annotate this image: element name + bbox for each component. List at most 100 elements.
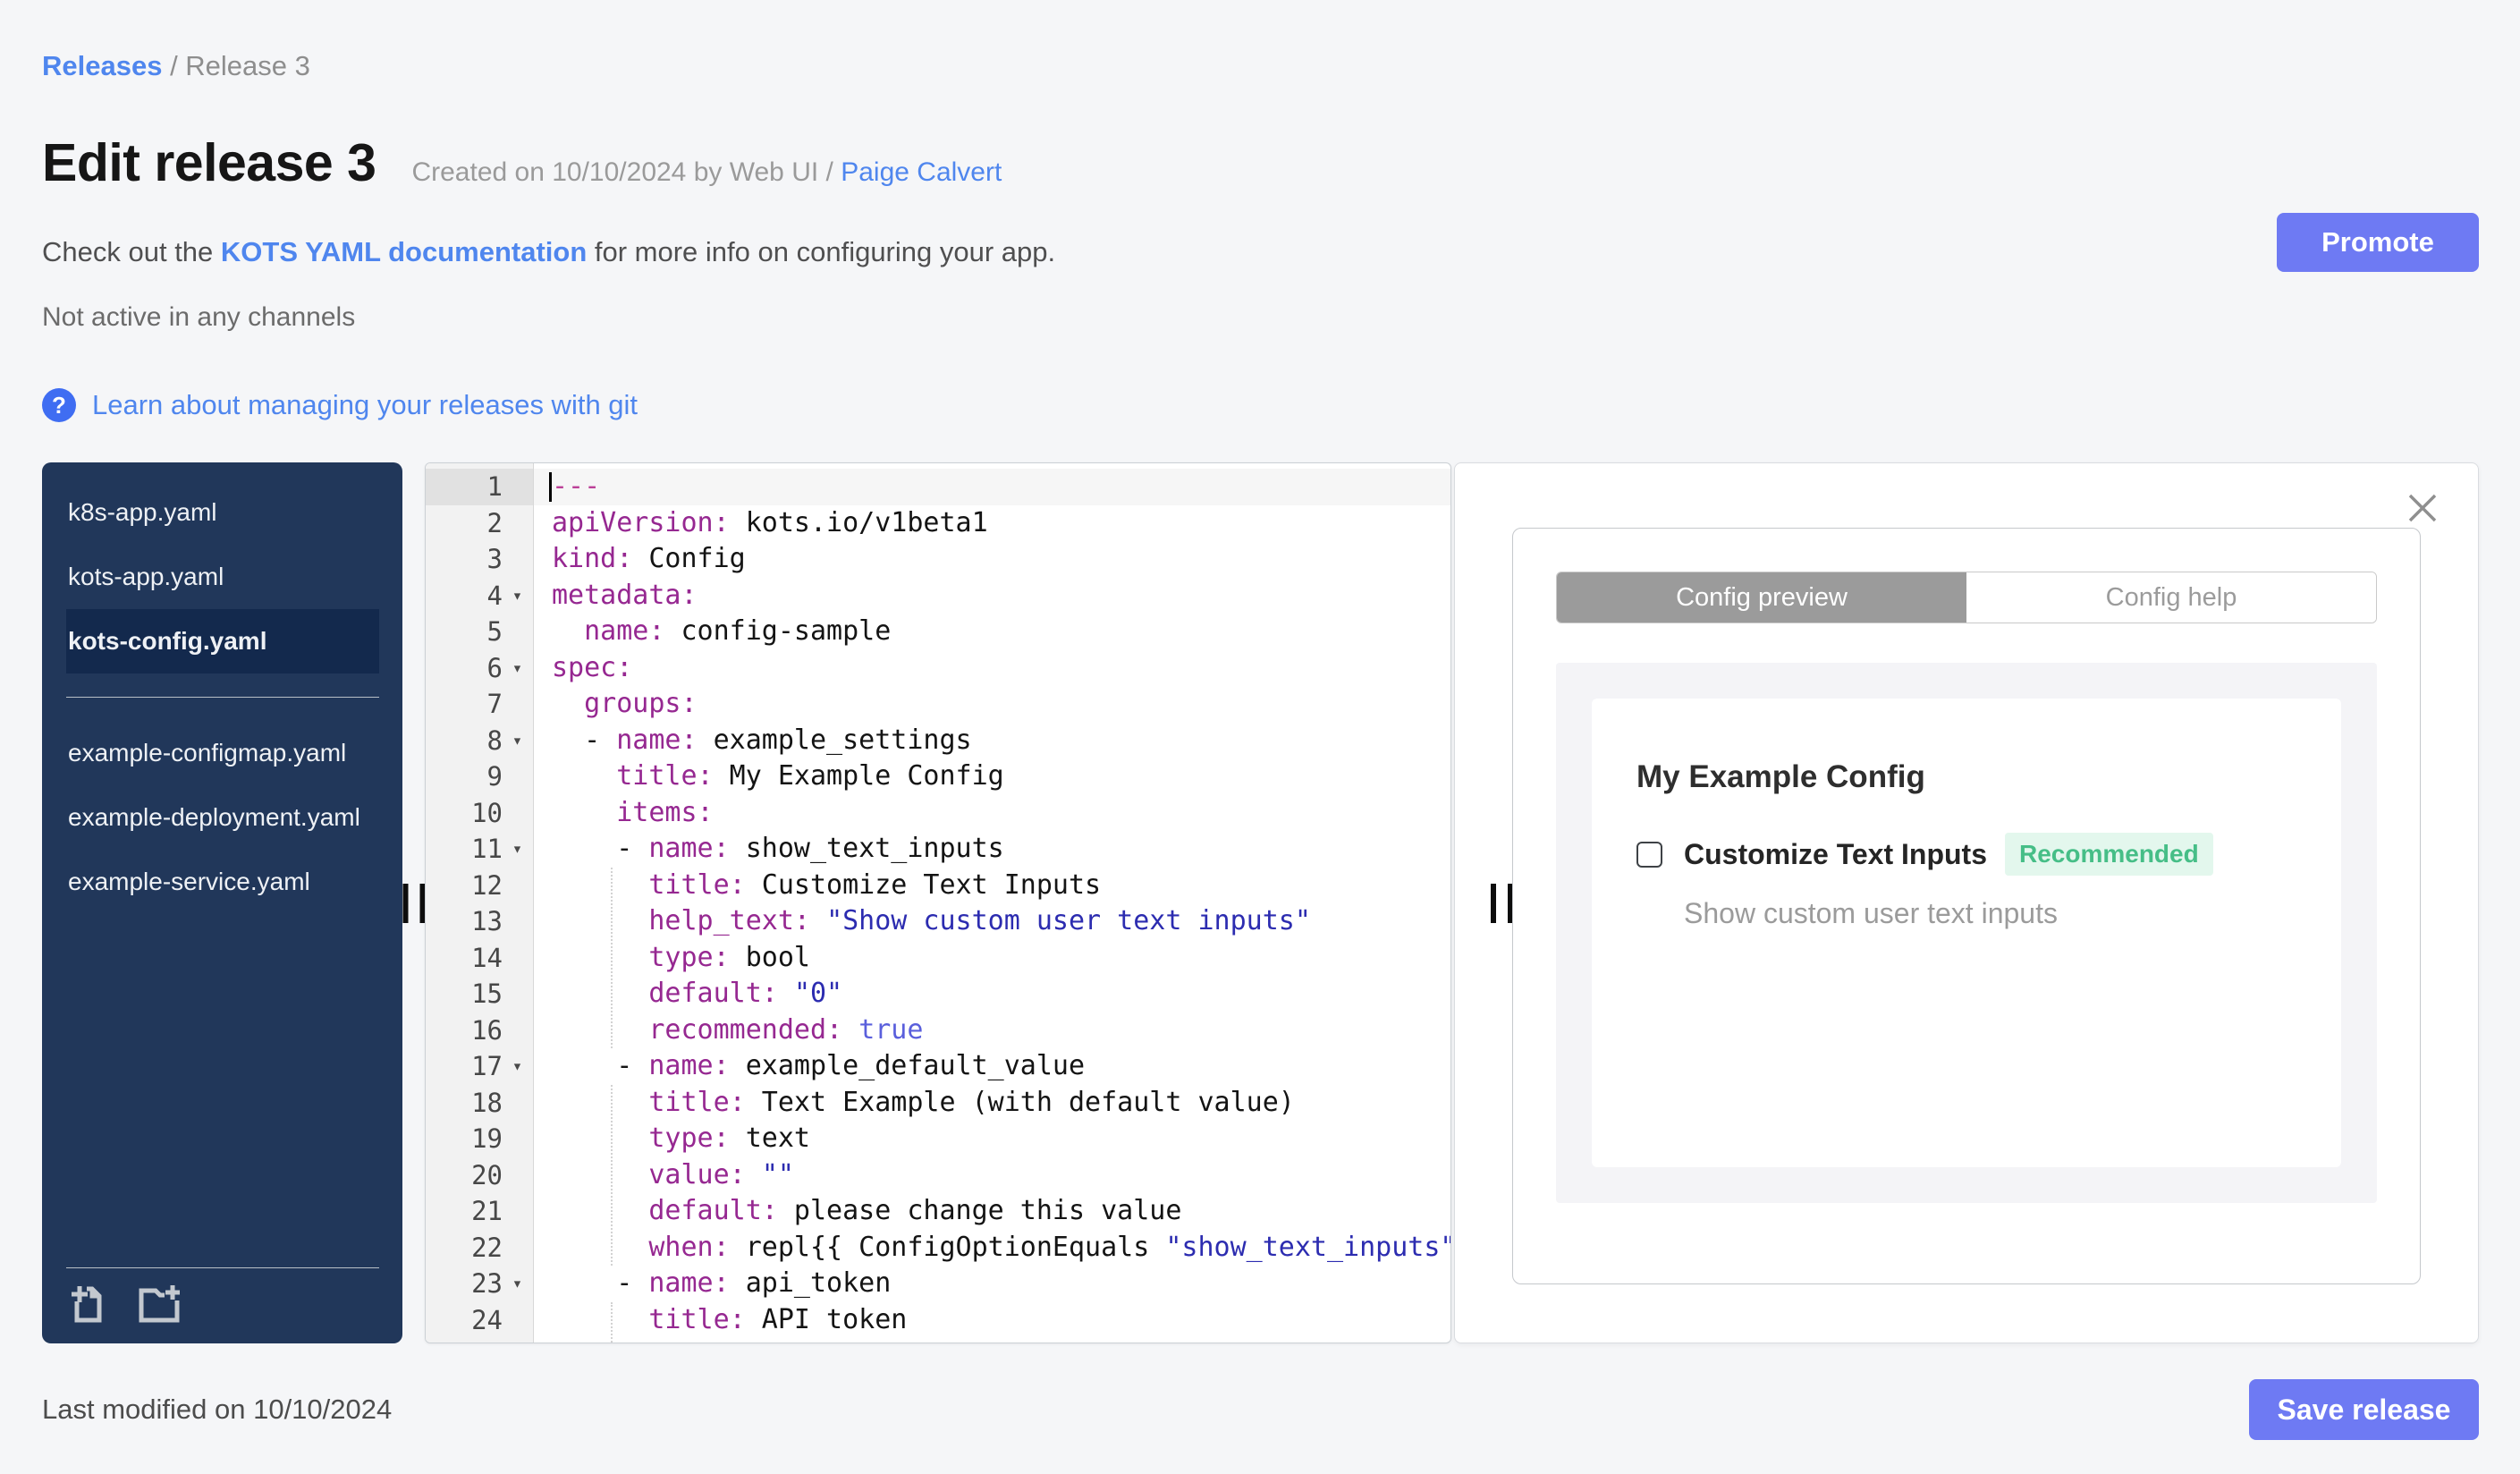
code-line[interactable]: - name: show_text_inputs: [534, 831, 1450, 868]
config-item-help-text: Show custom user text inputs: [1684, 897, 2058, 929]
code-line[interactable]: name: config-sample: [534, 614, 1450, 650]
line-number: 24: [471, 1304, 503, 1335]
file-tree-item[interactable]: k8s-app.yaml: [66, 480, 379, 545]
file-tree-item[interactable]: kots-config.yaml: [66, 609, 379, 673]
code-line[interactable]: title: Text Example (with default value): [534, 1085, 1450, 1122]
code-line[interactable]: groups:: [534, 686, 1450, 723]
file-tree-item[interactable]: example-configmap.yaml: [66, 721, 379, 785]
code-token: spec:: [552, 651, 633, 683]
git-help-link[interactable]: Learn about managing your releases with …: [92, 389, 638, 421]
code-line[interactable]: default: "0": [534, 976, 1450, 1012]
new-folder-icon[interactable]: [134, 1283, 181, 1324]
code-token: groups:: [584, 688, 698, 719]
footer: Last modified on 10/10/2024 Save release: [42, 1379, 2479, 1440]
line-number: 21: [471, 1196, 503, 1227]
editor-code-area[interactable]: --- apiVersion: kots.io/v1beta1 kind: Conf…: [534, 463, 1450, 1343]
close-icon[interactable]: [2406, 492, 2439, 524]
code-line[interactable]: metadata:: [534, 578, 1450, 614]
fold-arrow-icon[interactable]: ▾: [503, 586, 532, 606]
code-line[interactable]: items:: [534, 795, 1450, 832]
tab-config-preview[interactable]: Config preview: [1557, 572, 1966, 623]
file-tree-sidebar: k8s-app.yaml kots-app.yaml kots-config.yam…: [42, 462, 402, 1343]
code-token: name:: [648, 1267, 730, 1299]
kots-yaml-docs-link[interactable]: KOTS YAML documentation: [221, 236, 587, 267]
gutter-row: 9: [426, 758, 533, 795]
code-line[interactable]: - name: example_default_value: [534, 1048, 1450, 1085]
code-line[interactable]: apiVersion: kots.io/v1beta1: [534, 505, 1450, 542]
code-token: apiVersion:: [552, 506, 730, 538]
code-line[interactable]: title: API token: [534, 1302, 1450, 1339]
code-line[interactable]: ---: [534, 469, 1450, 505]
file-tree-list: k8s-app.yaml kots-app.yaml kots-config.yam…: [66, 480, 379, 1267]
left-drag-handle[interactable]: [402, 883, 425, 923]
line-number: 13: [471, 906, 503, 937]
created-text: Created on 10/10/2024 by Web UI /: [411, 157, 841, 187]
code-line[interactable]: recommended: true: [534, 1012, 1450, 1049]
gutter-row: 7: [426, 686, 533, 723]
gutter-row: 22: [426, 1230, 533, 1266]
line-number: 18: [471, 1087, 503, 1118]
gutter-row: 6 ▾: [426, 650, 533, 687]
file-tree-item[interactable]: example-service.yaml: [66, 850, 379, 914]
code-token: title:: [648, 1303, 746, 1335]
file-tree-item[interactable]: example-deployment.yaml: [66, 785, 379, 850]
text-cursor: [549, 472, 552, 502]
breadcrumb-releases-link[interactable]: Releases: [42, 50, 162, 81]
code-line[interactable]: value: "": [534, 1157, 1450, 1194]
breadcrumb-current: Release 3: [185, 50, 310, 81]
code-token: bool: [729, 941, 810, 973]
line-number: 10: [471, 797, 503, 828]
file-tree-item[interactable]: kots-app.yaml: [66, 545, 379, 609]
code-line[interactable]: type: text: [534, 1121, 1450, 1157]
config-group-title: My Example Config: [1636, 759, 1925, 794]
new-file-icon[interactable]: [68, 1283, 109, 1324]
code-line[interactable]: when: repl{{ ConfigOptionEquals "show_te…: [534, 1230, 1450, 1266]
code-line[interactable]: - name: example_settings: [534, 723, 1450, 759]
code-line[interactable]: type: bool: [534, 940, 1450, 977]
git-help-row[interactable]: ? Learn about managing your releases wit…: [42, 388, 2479, 422]
code-token: show_text_inputs: [729, 833, 1004, 864]
right-drag-handle[interactable]: [1491, 883, 1513, 923]
tab-config-help[interactable]: Config help: [1966, 572, 2376, 623]
customize-text-inputs-checkbox[interactable]: [1636, 841, 1662, 868]
save-release-button[interactable]: Save release: [2249, 1379, 2479, 1440]
fold-arrow-icon[interactable]: ▾: [503, 839, 532, 859]
code-token: name:: [616, 724, 698, 756]
promote-button[interactable]: Promote: [2277, 213, 2479, 272]
config-tabs: Config preview Config help: [1556, 572, 2377, 623]
code-token: help_text:: [648, 905, 810, 936]
code-token: kots.io/v1beta1: [729, 506, 988, 538]
fold-arrow-icon[interactable]: ▾: [503, 1056, 532, 1076]
code-token: type:: [648, 1340, 729, 1343]
indent-guide: [611, 1301, 613, 1343]
fold-arrow-icon[interactable]: ▾: [503, 1274, 532, 1293]
code-token: Text Example (with default value): [745, 1086, 1295, 1118]
code-line[interactable]: - name: api_token: [534, 1266, 1450, 1302]
code-line[interactable]: kind: Config: [534, 541, 1450, 578]
code-token: Config: [632, 543, 746, 574]
created-line: Created on 10/10/2024 by Web UI / Paige …: [411, 157, 1002, 188]
author-link[interactable]: Paige Calvert: [841, 157, 1002, 187]
main-split: k8s-app.yaml kots-app.yaml kots-config.yam…: [42, 462, 2479, 1343]
code-line[interactable]: title: My Example Config: [534, 758, 1450, 795]
yaml-editor[interactable]: 1 2 3 4 ▾ 5 6 ▾ 7 8 ▾ 9 10 11 ▾ 12 13 14 15 16 17 ▾ 18 19 20 21 22…: [425, 462, 1451, 1343]
fold-arrow-icon[interactable]: ▾: [503, 731, 532, 750]
code-line[interactable]: default: please change this value: [534, 1193, 1450, 1230]
line-number: 11: [471, 834, 503, 865]
gutter-row: 23 ▾: [426, 1266, 533, 1302]
code-line[interactable]: title: Customize Text Inputs: [534, 868, 1450, 904]
code-token: kind:: [552, 543, 633, 574]
line-number: 22: [471, 1232, 503, 1263]
gutter-row: 8 ▾: [426, 723, 533, 759]
config-item-row: Customize Text Inputs Recommended: [1636, 833, 2296, 876]
fold-arrow-icon[interactable]: ▾: [503, 658, 532, 678]
code-line[interactable]: type: password: [534, 1338, 1450, 1343]
question-mark-icon: ?: [42, 388, 76, 422]
code-line[interactable]: help_text: "Show custom user text inputs…: [534, 903, 1450, 940]
code-token: "": [761, 1158, 794, 1190]
code-line[interactable]: spec:: [534, 650, 1450, 687]
gutter-row: 17 ▾: [426, 1048, 533, 1085]
